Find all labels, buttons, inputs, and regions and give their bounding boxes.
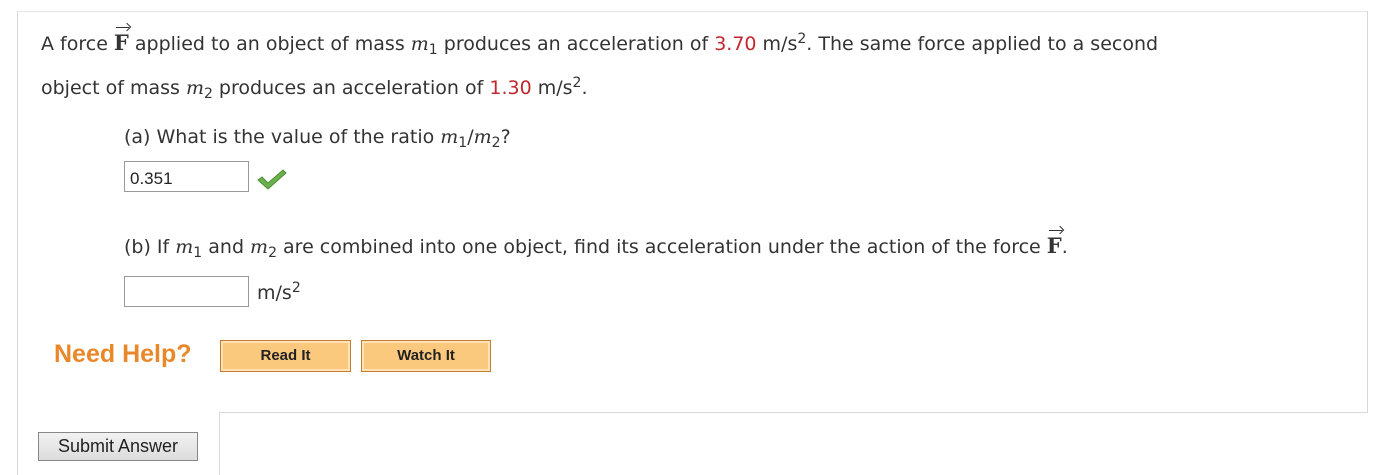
unit-text: m/s xyxy=(257,282,292,304)
problem-text: A force xyxy=(41,33,114,55)
subscript: 1 xyxy=(458,135,468,151)
part-b-unit: m/s2 xyxy=(257,280,301,306)
subscript: 1 xyxy=(428,42,438,58)
problem-text: produces an acceleration of xyxy=(437,33,715,55)
force-vector-symbol: F xyxy=(113,27,129,55)
subscript: 2 xyxy=(268,245,277,261)
question-text: and xyxy=(202,236,251,258)
question-text: (a) What is the value of the ratio xyxy=(124,126,441,148)
mass-symbol: m xyxy=(440,126,459,148)
problem-text: produces an acceleration of xyxy=(212,77,490,99)
submit-answer-button[interactable]: Submit Answer xyxy=(38,432,198,461)
read-it-button[interactable]: Read It xyxy=(220,340,351,372)
panel-border-right xyxy=(1367,11,1368,413)
mass-symbol: m xyxy=(175,236,194,258)
question-text: are combined into one object, find its a… xyxy=(277,236,1047,258)
problem-line-2: object of mass m2 produces an accelerati… xyxy=(41,75,588,101)
superscript: 2 xyxy=(797,31,807,47)
mass-symbol: m xyxy=(410,33,429,55)
question-page: A force F applied to an object of mass m… xyxy=(0,0,1391,475)
need-help-label: Need Help? xyxy=(54,340,192,368)
problem-text: . xyxy=(581,77,588,99)
part-a-answer-input[interactable] xyxy=(124,161,249,192)
part-b-answer-input[interactable] xyxy=(124,276,249,307)
acceleration-2-value: 1.30 xyxy=(489,77,532,99)
question-text: ? xyxy=(500,126,511,148)
problem-text: . The same force applied to a second xyxy=(806,33,1159,55)
superscript: 2 xyxy=(291,280,301,296)
force-vector-symbol: F xyxy=(1046,230,1062,258)
question-text: . xyxy=(1061,236,1068,258)
check-icon xyxy=(257,169,287,190)
subscript: 2 xyxy=(203,86,213,102)
mass-symbol: m xyxy=(250,236,269,258)
mass-symbol: m xyxy=(185,77,204,99)
part-a-question: (a) What is the value of the ratio m1/m2… xyxy=(124,124,511,150)
watch-it-button[interactable]: Watch It xyxy=(361,340,491,372)
unit-text: m/s xyxy=(531,77,573,99)
acceleration-1-value: 3.70 xyxy=(714,33,757,55)
problem-text: applied to an object of mass xyxy=(128,33,411,55)
subscript: 2 xyxy=(491,135,501,151)
subscript: 1 xyxy=(193,245,203,261)
problem-text: object of mass xyxy=(41,77,186,99)
mass-symbol: m xyxy=(473,126,492,148)
problem-line-1: A force F applied to an object of mass m… xyxy=(41,27,1159,58)
question-text: (b) If xyxy=(124,236,176,258)
part-b-question: (b) If m1 and m2 are combined into one o… xyxy=(124,230,1068,261)
unit-text: m/s xyxy=(756,33,798,55)
panel-border-bottom xyxy=(220,412,1368,413)
